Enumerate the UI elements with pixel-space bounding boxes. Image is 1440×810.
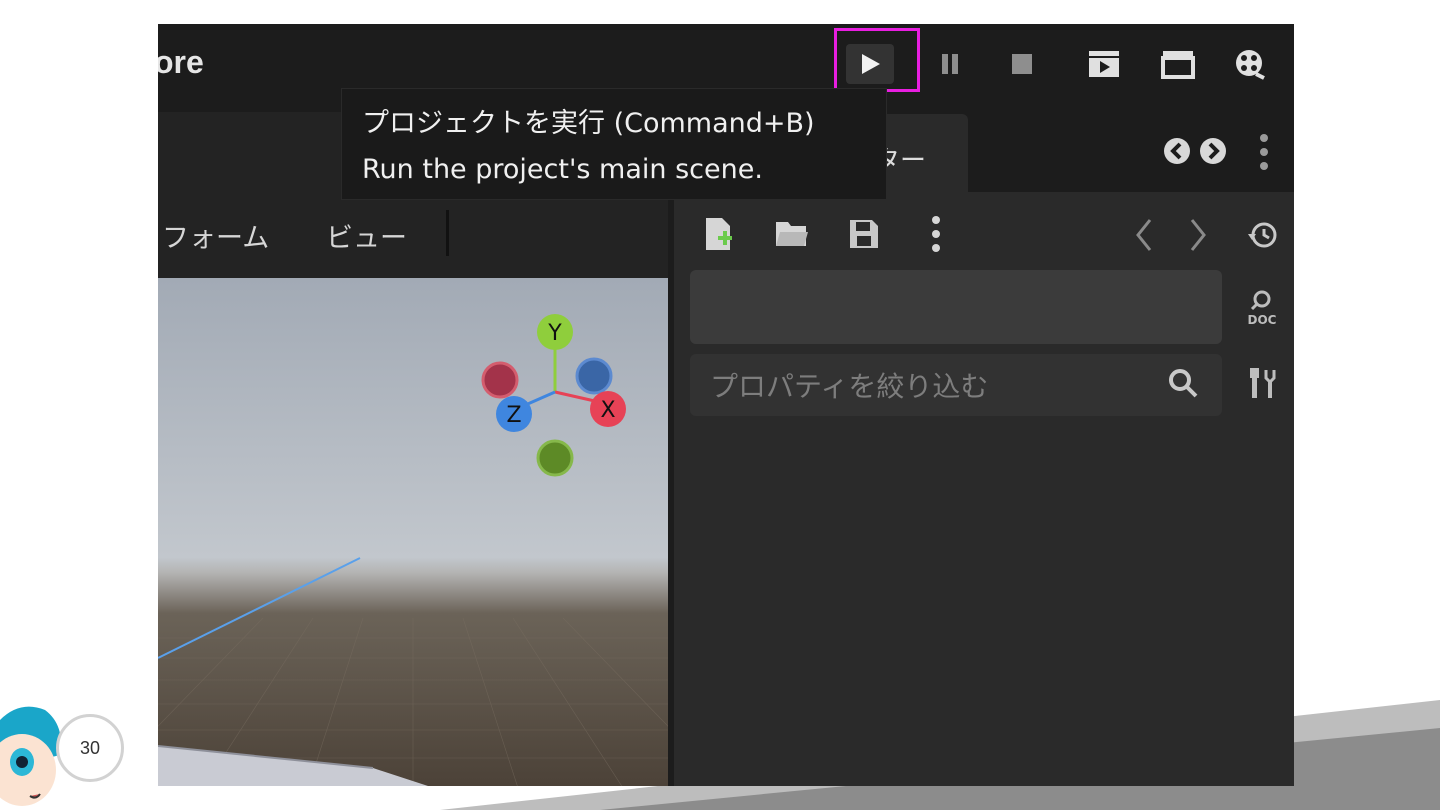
- scroll-tabs-right-button[interactable]: [1198, 136, 1228, 166]
- open-folder-icon: [776, 222, 808, 246]
- history-icon: [1248, 222, 1277, 248]
- menu-view[interactable]: ビュー: [326, 216, 407, 255]
- pause-button[interactable]: [926, 44, 974, 84]
- new-resource-icon: [706, 218, 732, 250]
- tooltip-description: Run the project's main scene.: [362, 154, 763, 185]
- movie-maker-icon: [1236, 50, 1265, 80]
- tab-menu-button[interactable]: [1258, 132, 1270, 172]
- open-documentation-button[interactable]: DOC: [1242, 288, 1282, 328]
- 3d-viewport[interactable]: Y X Z: [158, 278, 668, 786]
- tooltip-title: プロジェクトを実行 (Command+B): [362, 108, 815, 139]
- axis-gizmo[interactable]: Y X Z: [480, 310, 630, 480]
- history-button[interactable]: [1246, 220, 1278, 250]
- chevron-left-circle-icon: [1164, 138, 1190, 164]
- stop-button[interactable]: [998, 44, 1046, 84]
- back-icon: [1136, 219, 1152, 251]
- object-selector[interactable]: [690, 270, 1222, 344]
- app-title: ore: [158, 44, 204, 80]
- play-button-tooltip: プロジェクトを実行 (Command+B) Run the project's …: [341, 88, 887, 200]
- new-resource-button[interactable]: [704, 216, 734, 252]
- scroll-tabs-left-button[interactable]: [1162, 136, 1192, 166]
- search-icon: [1169, 369, 1198, 398]
- history-back-button[interactable]: [1134, 218, 1154, 252]
- resource-menu-button[interactable]: [930, 214, 942, 254]
- menu-transform[interactable]: フォーム: [162, 216, 269, 255]
- filter-search-icon-wrap: [1168, 368, 1198, 398]
- forward-icon: [1190, 219, 1206, 251]
- play-button[interactable]: [846, 44, 894, 84]
- save-icon: [850, 220, 878, 248]
- play-custom-scene-button[interactable]: [1154, 44, 1202, 84]
- gizmo-neg-y-handle[interactable]: [536, 439, 574, 477]
- gizmo-x-label: X: [600, 398, 615, 423]
- chevron-right-circle-icon: [1200, 138, 1226, 164]
- play-scene-icon: [1089, 51, 1119, 77]
- stop-icon: [1012, 54, 1032, 74]
- gizmo-y-label: Y: [547, 321, 562, 346]
- gizmo-neg-x-handle[interactable]: [481, 361, 519, 399]
- property-filter: [690, 354, 1222, 418]
- gizmo-z-label: Z: [506, 403, 521, 428]
- history-forward-button[interactable]: [1188, 218, 1208, 252]
- inspector-panel: [674, 112, 1294, 786]
- save-resource-button[interactable]: [848, 218, 880, 250]
- pause-icon: [942, 54, 958, 74]
- play-custom-scene-icon: [1161, 51, 1195, 79]
- doc-search-icon: DOC: [1248, 290, 1277, 327]
- open-resource-button[interactable]: [774, 218, 810, 250]
- more-vertical-icon: [1260, 134, 1268, 170]
- gizmo-neg-z-handle[interactable]: [575, 357, 613, 395]
- doc-icon-label: DOC: [1248, 313, 1277, 327]
- tools-icon: [1250, 368, 1276, 398]
- movie-maker-button[interactable]: [1226, 44, 1274, 84]
- editor-screenshot: ore フォーム ビュー Y X Z ター DOC プロパティを絞り込む プロジ…: [158, 24, 1294, 786]
- property-filter-input[interactable]: [708, 354, 1152, 418]
- more-vertical-icon: [932, 216, 940, 252]
- play-icon: [862, 54, 880, 74]
- page-number: 30: [56, 714, 124, 782]
- play-scene-button[interactable]: [1080, 44, 1128, 84]
- object-tools-button[interactable]: [1248, 366, 1278, 400]
- menu-separator: [446, 210, 449, 256]
